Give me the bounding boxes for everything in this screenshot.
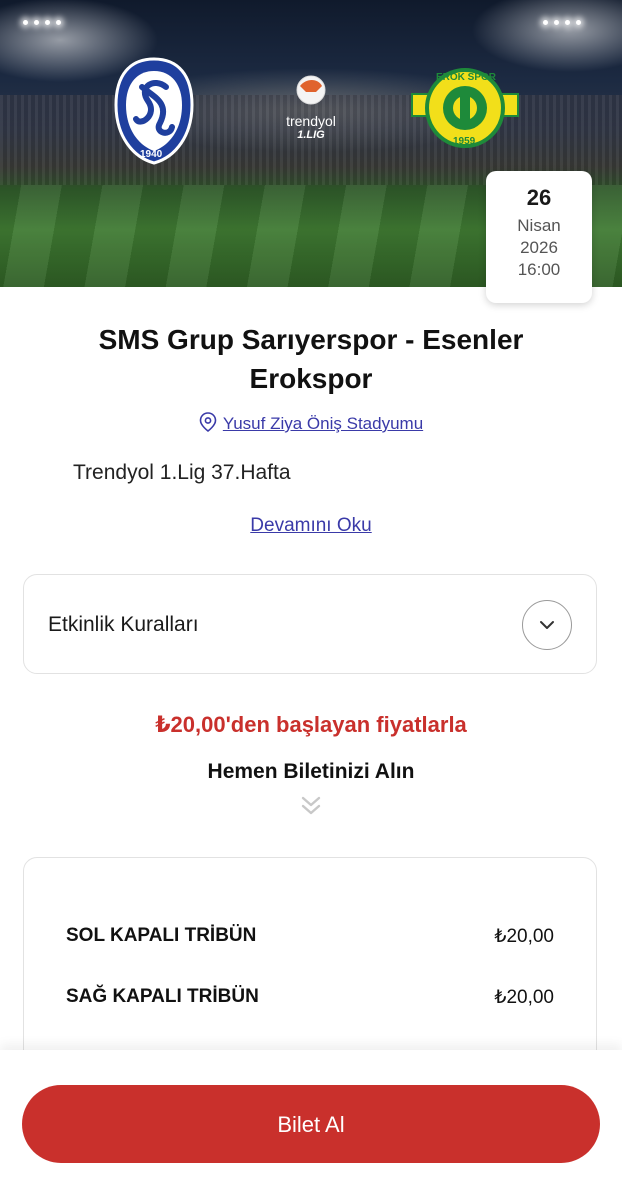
- league-round: Trendyol 1.Lig 37.Hafta: [73, 461, 291, 484]
- price-row[interactable]: SOL KAPALI TRİBÜN ₺20,00: [66, 925, 554, 953]
- section-price: ₺20,00: [494, 926, 554, 947]
- rules-expand-button[interactable]: [522, 600, 572, 650]
- away-team-logo-year: 1959: [453, 136, 476, 147]
- event-day: 26: [526, 185, 552, 210]
- price-row[interactable]: SAĞ KAPALI TRİBÜN ₺20,00: [66, 986, 554, 1014]
- event-year: 2026: [520, 238, 558, 257]
- ball-icon: [296, 75, 326, 105]
- event-rules-accordion[interactable]: Etkinlik Kuralları: [23, 574, 597, 674]
- chevron-down-icon: [540, 621, 554, 629]
- section-price: ₺20,00: [494, 987, 554, 1008]
- starting-price-text: ₺20,00'den başlayan fiyatlarla: [155, 712, 467, 737]
- venue-link[interactable]: Yusuf Ziya Öniş Stadyumu: [223, 414, 423, 433]
- event-time: 16:00: [517, 260, 561, 279]
- league-logo-line2: 1.LIG: [297, 129, 325, 141]
- bottom-action-bar: Bilet Al: [0, 1050, 622, 1199]
- league-logo: trendyol 1.LIG: [276, 72, 346, 152]
- home-team-logo-year: 1940: [140, 149, 163, 160]
- section-name: SAĞ KAPALI TRİBÜN: [66, 986, 259, 1007]
- floodlights-left: [20, 12, 64, 30]
- read-more-link[interactable]: Devamını Oku: [250, 515, 371, 536]
- league-logo-line1: trendyol: [286, 113, 336, 129]
- event-rules-label: Etkinlik Kuralları: [48, 613, 199, 636]
- double-chevron-down-icon: [301, 796, 321, 815]
- away-team-logo-text: EROK SPOR: [436, 72, 497, 83]
- event-title: SMS Grup Sarıyerspor - Esenler Erokspor: [98, 324, 524, 394]
- buy-ticket-button[interactable]: Bilet Al: [22, 1085, 600, 1163]
- venue-row[interactable]: Yusuf Ziya Öniş Stadyumu: [0, 412, 622, 434]
- get-tickets-heading: Hemen Biletinizi Alın: [207, 760, 415, 783]
- location-pin-icon: [199, 412, 217, 432]
- floodlights-right: [540, 12, 584, 30]
- section-name: SOL KAPALI TRİBÜN: [66, 925, 257, 946]
- event-date-card: 26 Nisan 2026 16:00: [486, 171, 592, 303]
- event-month: Nisan: [517, 216, 561, 235]
